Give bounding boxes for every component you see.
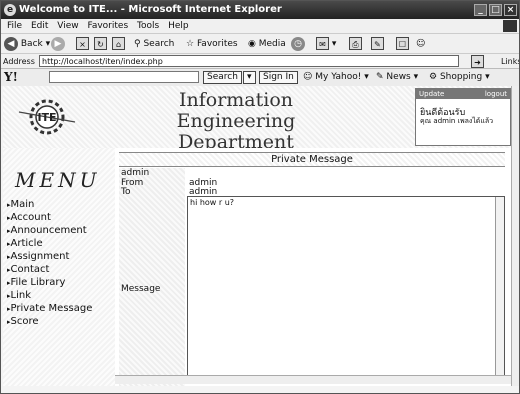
my-yahoo-link[interactable]: ☺ My Yahoo! ▾ — [303, 69, 369, 86]
address-bar: Address http://localhost/iten/index.php … — [1, 53, 519, 69]
menu-favorites[interactable]: Favorites — [87, 19, 128, 33]
toolbar: ◀ Back ▾ ▶ × ↻ ⌂ ⚲ Search ☆ Favorites ◉ … — [1, 33, 519, 54]
print-icon: ⎙ — [349, 37, 362, 50]
windows-flag-icon — [503, 20, 517, 32]
logout-link[interactable]: logout — [485, 89, 507, 99]
sidebar-item-private-message[interactable]: Private Message — [7, 302, 93, 315]
title-bar: e Welcome to ITE... - Microsoft Internet… — [1, 1, 519, 19]
go-arrow-icon: ➜ — [471, 55, 484, 68]
stop-button[interactable]: × — [76, 36, 89, 52]
home-icon: ⌂ — [112, 37, 125, 50]
yahoo-toolbar: Y! Search ▾ Sign In ☺ My Yahoo! ▾ ✎ News… — [1, 68, 519, 86]
search-button[interactable]: ⚲ Search — [134, 36, 174, 52]
message-text: hi how r u? — [190, 198, 235, 207]
mail-icon: ✉ — [316, 37, 329, 50]
discuss-button[interactable]: ☐ — [396, 36, 409, 52]
news-icon: ✎ — [376, 72, 384, 82]
menu-edit[interactable]: Edit — [31, 19, 48, 33]
media-button[interactable]: ◉ Media — [248, 36, 286, 52]
stop-icon: × — [76, 37, 89, 50]
vertical-scrollbar[interactable] — [511, 86, 519, 386]
logo-text: ITE — [37, 111, 56, 124]
menu-view[interactable]: View — [57, 19, 78, 33]
edit-icon: ✎ — [371, 37, 384, 50]
links-label[interactable]: Links — [501, 54, 519, 69]
sidebar-item-main[interactable]: Main — [7, 198, 92, 211]
sidebar-item-contact[interactable]: Contact — [7, 263, 92, 276]
sidebar-item-score[interactable]: Score — [7, 315, 92, 328]
yahoo-logo[interactable]: Y! — [4, 69, 18, 86]
shopping-link[interactable]: ⚙ Shopping ▾ — [429, 69, 490, 86]
refresh-button[interactable]: ↻ — [94, 36, 107, 52]
browser-window: e Welcome to ITE... - Microsoft Internet… — [0, 0, 520, 394]
back-arrow-icon: ◀ — [4, 36, 18, 51]
sidebar-item-announcement[interactable]: Announcement — [7, 224, 92, 237]
menu-bar: File Edit View Favorites Tools Help — [1, 19, 519, 33]
edit-button[interactable]: ✎ — [371, 36, 384, 52]
current-user: admin — [121, 168, 150, 178]
private-message-heading: Private Message — [119, 152, 505, 167]
message-form: admin From admin To admin Message hi how… — [119, 168, 509, 386]
mail-button[interactable]: ✉ ▾ — [316, 36, 336, 52]
department-title: Information Engineering Department — [176, 89, 296, 153]
yahoo-smiley-icon: ☺ — [303, 72, 313, 82]
close-button[interactable]: × — [504, 4, 517, 16]
minimize-button[interactable]: _ — [474, 4, 487, 16]
sidebar-item-account[interactable]: Account — [7, 211, 92, 224]
user-status-text: คุณ admin เพลงได้แล้ว — [420, 117, 494, 125]
menu-title: MENU — [15, 168, 101, 192]
print-button[interactable]: ⎙ — [349, 36, 362, 52]
address-label: Address — [3, 57, 35, 66]
go-button[interactable]: ➜ — [471, 54, 484, 69]
star-icon: ☆ — [186, 39, 195, 49]
forward-button[interactable]: ▶ — [51, 36, 65, 52]
media-icon: ◉ — [248, 39, 256, 49]
message-textarea[interactable]: hi how r u? — [187, 196, 505, 384]
search-icon: ⚲ — [134, 39, 141, 49]
forward-arrow-icon: ▶ — [51, 36, 65, 51]
shopping-icon: ⚙ — [429, 72, 438, 82]
news-link[interactable]: ✎ News ▾ — [376, 69, 418, 86]
yahoo-search-button[interactable]: Search — [203, 71, 242, 84]
textarea-scrollbar[interactable] — [495, 197, 504, 383]
ite-gear-logo: ITE — [18, 99, 76, 135]
update-panel: Update logout ยินดีต้อนรับ คุณ admin เพล… — [415, 88, 511, 146]
to-label: To — [121, 187, 131, 197]
main-content: Private Message admin From admin To admi… — [115, 148, 511, 386]
horizontal-scrollbar[interactable] — [115, 375, 511, 384]
refresh-icon: ↻ — [94, 37, 107, 50]
home-button[interactable]: ⌂ — [112, 36, 125, 52]
sidebar-item-assignment[interactable]: Assignment — [7, 250, 92, 263]
history-button[interactable]: ◷ — [291, 36, 305, 52]
back-button[interactable]: ◀ Back ▾ — [4, 36, 50, 52]
favorites-button[interactable]: ☆ Favorites — [186, 36, 238, 52]
yahoo-search-dropdown[interactable]: ▾ — [243, 71, 256, 84]
site-banner: ITE Information Engineering Department U… — [3, 86, 511, 153]
messenger-icon: ☺ — [416, 39, 426, 49]
sign-in-button[interactable]: Sign In — [259, 71, 298, 84]
window-title: Welcome to ITE... - Microsoft Internet E… — [19, 4, 282, 15]
menu-tools[interactable]: Tools — [137, 19, 159, 33]
yahoo-search-input[interactable] — [49, 71, 199, 83]
messenger-button[interactable]: ☺ — [416, 36, 425, 52]
menu-file[interactable]: File — [7, 19, 22, 33]
update-header: Update logout — [416, 89, 510, 99]
history-icon: ◷ — [291, 36, 305, 51]
menu-list: Main Account Announcement Article Assign… — [7, 198, 93, 328]
web-page: ITE Information Engineering Department U… — [3, 86, 511, 386]
sidebar-item-file-library[interactable]: File Library — [7, 276, 92, 289]
ie-logo-icon: e — [4, 4, 16, 16]
sidebar-item-link[interactable]: Link — [7, 289, 92, 302]
maximize-button[interactable]: □ — [489, 4, 502, 16]
address-input[interactable]: http://localhost/iten/index.php — [39, 55, 459, 67]
sidebar-item-article[interactable]: Article — [7, 237, 92, 250]
sidebar-menu: MENU Main Account Announcement Article A… — [3, 148, 116, 386]
message-label: Message — [121, 284, 161, 294]
label-column — [119, 168, 185, 386]
menu-help[interactable]: Help — [168, 19, 189, 33]
discuss-icon: ☐ — [396, 37, 409, 50]
